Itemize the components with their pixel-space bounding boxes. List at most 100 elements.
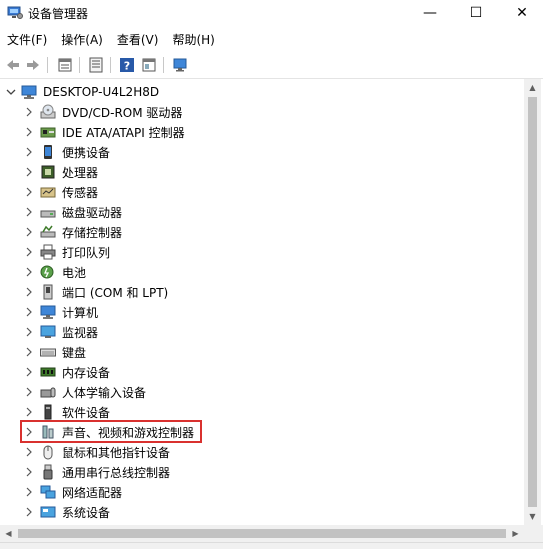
tree-item-label: 人体学输入设备 <box>62 385 147 400</box>
scroll-down-icon[interactable]: ▼ <box>524 508 541 525</box>
toolbar-separator <box>47 57 48 73</box>
highlight-box <box>20 420 202 443</box>
monitor-scan-icon[interactable] <box>171 56 189 74</box>
tree-item[interactable]: 端口 (COM 和 LPT) <box>0 282 524 302</box>
keyboard-icon <box>40 344 56 360</box>
tree-item-label: 鼠标和其他指针设备 <box>62 445 171 460</box>
back-arrow-icon[interactable] <box>4 56 22 74</box>
toolbar-separator <box>79 57 80 73</box>
tree-root-label: DESKTOP-U4L2H8D <box>43 85 160 99</box>
minimize-button[interactable]: — <box>407 0 453 26</box>
tree-item[interactable]: 软件设备 <box>0 402 524 422</box>
chevron-right-icon[interactable] <box>23 266 35 278</box>
printer-icon <box>40 244 56 260</box>
tree-item[interactable]: 计算机 <box>0 302 524 322</box>
help-icon[interactable]: ? <box>118 56 136 74</box>
maximize-button[interactable]: ☐ <box>453 0 499 26</box>
usb-icon <box>40 464 56 480</box>
battery-icon <box>40 264 56 280</box>
menu-view[interactable]: 查看(V) <box>110 31 166 48</box>
port-icon <box>40 284 56 300</box>
system-device-icon <box>40 504 56 520</box>
scroll-right-icon[interactable]: ▶ <box>507 525 524 542</box>
close-button[interactable]: ✕ <box>499 0 543 26</box>
chevron-right-icon[interactable] <box>23 286 35 298</box>
chevron-right-icon[interactable] <box>23 366 35 378</box>
tree-item[interactable]: 便携设备 <box>0 142 524 162</box>
chevron-right-icon[interactable] <box>23 246 35 258</box>
menu-help[interactable]: 帮助(H) <box>165 31 221 48</box>
tree-item-label: 端口 (COM 和 LPT) <box>62 285 169 300</box>
tree-item[interactable]: 处理器 <box>0 162 524 182</box>
chevron-right-icon[interactable] <box>23 386 35 398</box>
tree-item[interactable]: 传感器 <box>0 182 524 202</box>
chevron-right-icon[interactable] <box>23 466 35 478</box>
vertical-scrollbar[interactable]: ▲ ▼ <box>524 79 541 525</box>
processor-icon <box>40 164 56 180</box>
tree-item-label: 通用串行总线控制器 <box>62 465 171 480</box>
computer-icon <box>21 84 37 100</box>
scrollbar-thumb[interactable] <box>528 97 537 507</box>
tree-item[interactable]: 监视器 <box>0 322 524 342</box>
tree-item-label: 电池 <box>62 265 87 280</box>
chevron-right-icon[interactable] <box>23 206 35 218</box>
tree-root[interactable]: DESKTOP-U4L2H8D <box>0 82 524 102</box>
tree-item-label: 监视器 <box>62 325 99 340</box>
tree-item-label: 软件设备 <box>62 405 111 420</box>
tree-item-label: 网络适配器 <box>62 485 123 500</box>
tree-item[interactable]: 内存设备 <box>0 362 524 382</box>
chevron-right-icon[interactable] <box>23 446 35 458</box>
tree-item[interactable]: 电池 <box>0 262 524 282</box>
tree-item[interactable]: 通用串行总线控制器 <box>0 462 524 482</box>
properties-icon[interactable] <box>56 56 74 74</box>
chevron-right-icon[interactable] <box>23 166 35 178</box>
mouse-icon <box>40 444 56 460</box>
toolbar-separator <box>163 57 164 73</box>
device-manager-icon <box>7 4 23 20</box>
chevron-right-icon[interactable] <box>23 106 35 118</box>
disk-drive-icon <box>40 204 56 220</box>
device-list-icon[interactable] <box>87 56 105 74</box>
title-bar: 设备管理器 — ☐ ✕ <box>0 0 543 26</box>
menu-bar: 文件(F) 操作(A) 查看(V) 帮助(H) <box>0 28 543 50</box>
storage-controller-icon <box>40 224 56 240</box>
tree-item[interactable]: 磁盘驱动器 <box>0 202 524 222</box>
scrollbar-thumb[interactable] <box>18 529 506 538</box>
forward-arrow-icon[interactable] <box>24 56 42 74</box>
memory-icon <box>40 364 56 380</box>
monitor-icon <box>40 324 56 340</box>
chevron-right-icon[interactable] <box>23 486 35 498</box>
tree-item[interactable]: 系统设备 <box>0 502 524 522</box>
chevron-right-icon[interactable] <box>23 506 35 518</box>
menu-file[interactable]: 文件(F) <box>0 31 54 48</box>
device-tree: DESKTOP-U4L2H8D DVD/CD-ROM 驱动器 IDE ATA/A… <box>0 79 524 525</box>
chevron-right-icon[interactable] <box>23 186 35 198</box>
chevron-right-icon[interactable] <box>23 326 35 338</box>
tree-item[interactable]: DVD/CD-ROM 驱动器 <box>0 102 524 122</box>
update-driver-icon[interactable] <box>140 56 158 74</box>
tree-item[interactable]: 网络适配器 <box>0 482 524 502</box>
scroll-left-icon[interactable]: ◀ <box>0 525 17 542</box>
chevron-right-icon[interactable] <box>23 346 35 358</box>
chevron-right-icon[interactable] <box>23 226 35 238</box>
expand-down-icon[interactable] <box>5 86 17 98</box>
software-device-icon <box>40 404 56 420</box>
chevron-right-icon[interactable] <box>23 406 35 418</box>
tree-item[interactable]: 人体学输入设备 <box>0 382 524 402</box>
horizontal-scrollbar[interactable]: ◀ ▶ <box>0 525 524 542</box>
hid-icon <box>40 384 56 400</box>
tree-item[interactable]: IDE ATA/ATAPI 控制器 <box>0 122 524 142</box>
tree-item[interactable]: 鼠标和其他指针设备 <box>0 442 524 462</box>
chevron-right-icon[interactable] <box>23 126 35 138</box>
chevron-right-icon[interactable] <box>23 146 35 158</box>
chevron-right-icon[interactable] <box>23 306 35 318</box>
tree-item[interactable]: 键盘 <box>0 342 524 362</box>
tree-item-label: 磁盘驱动器 <box>62 205 123 220</box>
scroll-up-icon[interactable]: ▲ <box>524 79 541 96</box>
tree-item[interactable]: 存储控制器 <box>0 222 524 242</box>
tree-item-label: 内存设备 <box>62 365 111 380</box>
menu-action[interactable]: 操作(A) <box>54 31 110 48</box>
tree-item-label: IDE ATA/ATAPI 控制器 <box>62 125 185 140</box>
tree-item[interactable]: 打印队列 <box>0 242 524 262</box>
toolbar-separator <box>110 57 111 73</box>
